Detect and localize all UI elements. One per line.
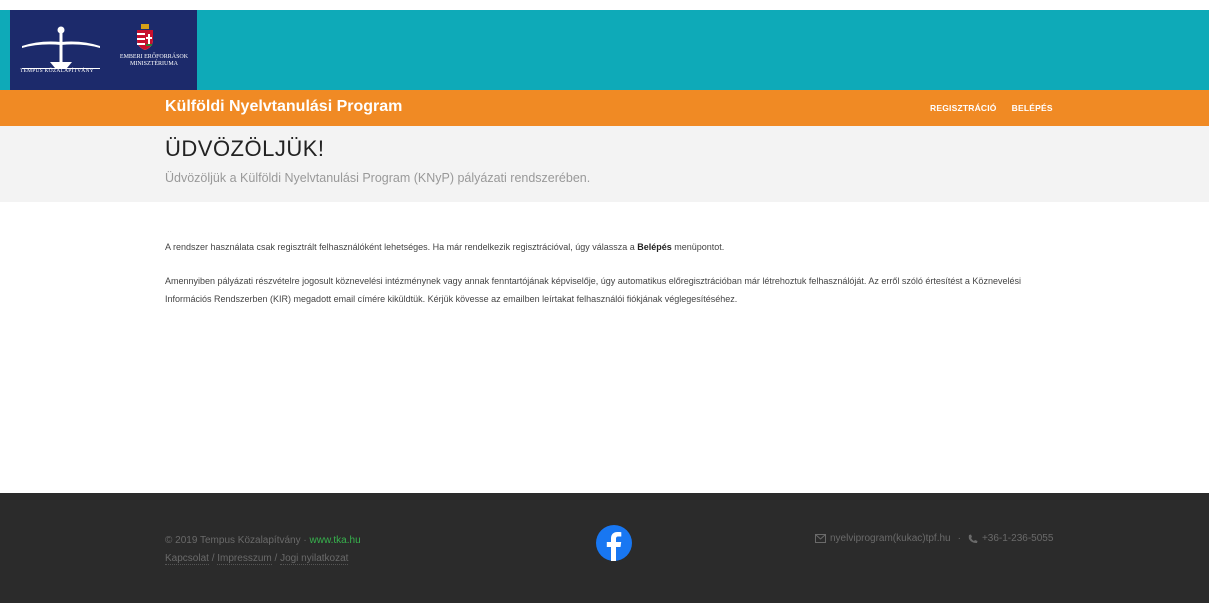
nav-item-login[interactable]: BELÉPÉS [1012,103,1053,113]
top-banner: TEMPUS KÖZALAPÍTVÁNY EMBERI ERŐFORRÁSOK … [0,10,1209,90]
link-separator: / [271,553,281,564]
tka-site-link[interactable]: www.tka.hu [310,535,361,546]
ministry-line-2: MINISZTÉRIUMA [130,61,178,67]
copyright-line: © 2019 Tempus Közalapítvány · www.tka.hu [165,532,361,550]
envelope-icon [815,534,826,543]
contact-separator: · [957,533,961,544]
info-paragraph-1: A rendszer használata csak regisztrált f… [165,238,1065,256]
main-navbar: Külföldi Nyelvtanulási Program REGISZTRÁ… [0,90,1209,126]
nav-item-registration[interactable]: REGISZTRÁCIÓ [930,103,997,113]
tempus-logo-text: TEMPUS KÖZALAPÍTVÁNY [20,68,94,74]
hungary-crest-icon [137,24,153,50]
program-title[interactable]: Külföldi Nyelvtanulási Program [165,98,402,116]
main-content: A rendszer használata csak regisztrált f… [165,238,1065,324]
page-title: ÜDVÖZÖLJÜK! [165,136,325,161]
info-paragraph-2: Amennyiben pályázati részvételre jogosul… [165,276,1021,304]
link-separator: / [208,553,218,564]
ministry-line-1: EMBERI ERŐFORRÁSOK [119,54,189,60]
info-text-1a: A rendszer használata csak regisztrált f… [165,242,638,252]
contact-email[interactable]: nyelviprogram(kukac)tpf.hu [830,533,951,544]
page-subtitle: Üdvözöljük a Külföldi Nyelvtanulási Prog… [165,171,591,185]
footer-link-imprint[interactable]: Impresszum [217,553,272,565]
login-emphasis: Belépés [637,242,672,252]
logo-area: TEMPUS KÖZALAPÍTVÁNY EMBERI ERŐFORRÁSOK … [10,10,197,90]
footer: © 2019 Tempus Közalapítvány · www.tka.hu… [0,493,1209,603]
footer-contact: nyelviprogram(kukac)tpf.hu · +36-1-236-5… [815,533,1053,544]
welcome-section: ÜDVÖZÖLJÜK! Üdvözöljük a Külföldi Nyelvt… [0,126,1209,202]
info-text-1b: menüpontot. [671,242,725,252]
phone-icon [968,534,978,543]
ministry-logo-text: EMBERI ERŐFORRÁSOK MINISZTÉRIUMA [106,54,202,68]
footer-link-contact[interactable]: Kapcsolat [165,553,209,565]
facebook-icon[interactable] [596,525,632,561]
copyright-text: © 2019 Tempus Közalapítvány · [165,535,310,546]
footer-link-legal[interactable]: Jogi nyilatkozat [280,553,349,565]
contact-phone[interactable]: +36-1-236-5055 [982,533,1053,544]
footer-links: Kapcsolat / Impresszum / Jogi nyilatkoza… [165,550,361,568]
footer-left: © 2019 Tempus Közalapítvány · www.tka.hu… [165,532,361,568]
nav-menu: REGISZTRÁCIÓ BELÉPÉS [930,103,1053,113]
